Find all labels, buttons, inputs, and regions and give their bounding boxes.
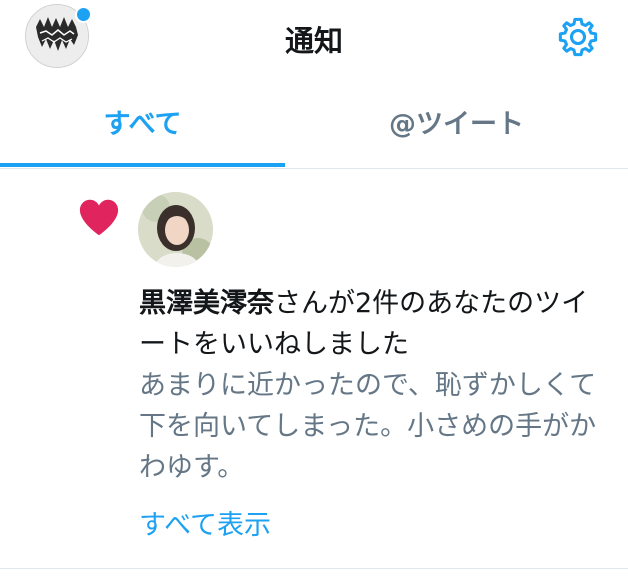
- show-all-link[interactable]: すべて表示: [139, 503, 271, 542]
- user-name[interactable]: 黒澤美澪奈: [139, 288, 274, 319]
- tab-all[interactable]: すべて: [0, 82, 285, 168]
- active-tab-indicator: [0, 163, 285, 167]
- tweet-preview: あまりに近かったので、恥ずかしくて下を向いてしまった。小さめの手がかわゆす。: [139, 370, 597, 483]
- notification-item[interactable]: 黒澤美澪奈さんが2件のあなたのツイートをいいねしました あまりに近かったので、恥…: [0, 169, 628, 569]
- page-title: 通知: [284, 24, 343, 58]
- user-photo: [138, 192, 213, 267]
- like-summary: 黒澤美澪奈さんが2件のあなたのツイートをいいねしました: [139, 283, 609, 365]
- gear-icon: [558, 17, 598, 57]
- user-avatar[interactable]: [138, 192, 213, 267]
- tab-bar: すべて @ツイート: [0, 82, 628, 169]
- notification-text: 黒澤美澪奈さんが2件のあなたのツイートをいいねしました あまりに近かったので、恥…: [139, 283, 609, 488]
- settings-button[interactable]: [555, 14, 601, 60]
- heart-icon: [79, 199, 119, 236]
- top-bar: 通知: [0, 0, 628, 82]
- tab-mentions[interactable]: @ツイート: [314, 82, 599, 168]
